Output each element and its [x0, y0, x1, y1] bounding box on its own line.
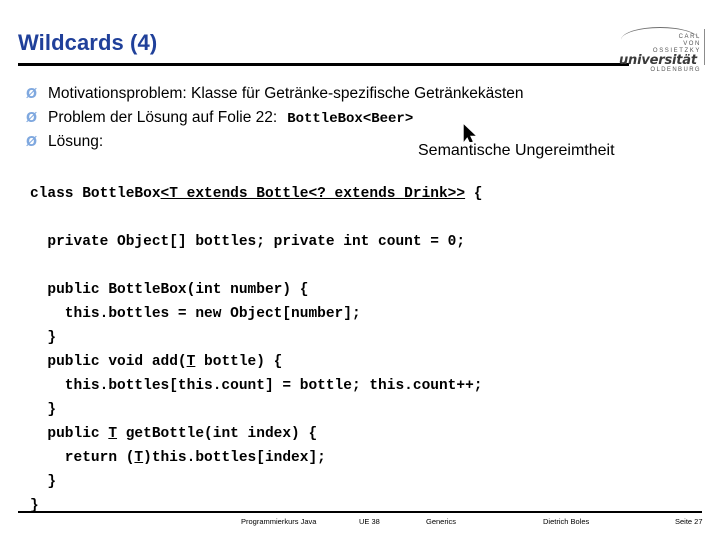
code-type-parameter: T	[108, 426, 118, 442]
code-text: this.bottles = new Object[number];	[30, 306, 361, 322]
code-text: public BottleBox(int number) {	[30, 282, 309, 298]
code-line: }	[30, 398, 483, 422]
code-line: class BottleBox<T extends Bottle<? exten…	[30, 182, 483, 206]
code-text: )this.bottles[index];	[143, 450, 326, 466]
footer-page-number: Seite 27	[675, 517, 703, 526]
code-block: class BottleBox<T extends Bottle<? exten…	[30, 182, 483, 518]
bullet-arrow-icon: Ø	[26, 87, 38, 102]
list-item-label: Motivationsproblem: Klasse für Getränke-…	[48, 85, 524, 102]
logo-wordmark: universität	[619, 53, 697, 68]
code-text: public	[30, 426, 109, 442]
code-line: private Object[] bottles; private int co…	[30, 230, 483, 254]
title-divider	[18, 63, 629, 66]
list-item-label: Lösung:	[48, 133, 104, 150]
footer-topic: Generics	[426, 517, 457, 526]
code-text: }	[30, 474, 57, 490]
code-line: public T getBottle(int index) {	[30, 422, 483, 446]
bullet-arrow-icon: Ø	[26, 111, 38, 126]
code-text: class BottleBox	[30, 186, 161, 202]
list-item: Ø Problem der Lösung auf Folie 22: Bottl…	[26, 109, 686, 133]
code-text: }	[30, 402, 57, 418]
footer-course: Programmierkurs Java	[241, 517, 317, 526]
list-item-label: Problem der Lösung auf Folie 22:	[48, 109, 278, 126]
footer: Programmierkurs Java UE 38 Generics Diet…	[18, 517, 703, 531]
page-title: Wildcards (4)	[18, 30, 158, 55]
footer-divider	[18, 511, 702, 513]
bullet-arrow-icon: Ø	[26, 135, 38, 150]
footer-author: Dietrich Boles	[543, 517, 590, 526]
code-line: }	[30, 326, 483, 350]
code-text: }	[30, 330, 57, 346]
code-line: }	[30, 470, 483, 494]
logo-line-carl: CARL	[678, 34, 701, 40]
code-text: return (	[30, 450, 135, 466]
code-text: private Object[] bottles; private int co…	[30, 234, 466, 250]
footer-unit: UE 38	[359, 517, 380, 526]
logo-line-oldenburg: OLDENBURG	[650, 67, 701, 73]
code-line: return (T)this.bottles[index];	[30, 446, 483, 470]
code-text: bottle) {	[195, 354, 283, 370]
code-text: getBottle(int index) {	[117, 426, 318, 442]
annotation-label: Semantische Ungereimtheit	[418, 142, 615, 159]
code-text: this.bottles[this.count] = bottle; this.…	[30, 378, 483, 394]
logo-vertical-rule	[704, 29, 705, 65]
university-logo: CARL VON OSSIETZKY universität OLDENBURG	[617, 15, 705, 73]
code-text: {	[465, 186, 483, 202]
code-line: this.bottles = new Object[number];	[30, 302, 483, 326]
list-item: Ø Motivationsproblem: Klasse für Getränk…	[26, 85, 686, 109]
code-line: }	[30, 494, 483, 518]
code-line: public BottleBox(int number) {	[30, 278, 483, 302]
code-type-parameter: <T extends Bottle<? extends Drink>>	[160, 186, 466, 202]
code-type-parameter: T	[134, 450, 144, 466]
code-line: public void add(T bottle) {	[30, 350, 483, 374]
logo-line-von: VON	[683, 41, 701, 47]
code-text: public void add(	[30, 354, 187, 370]
list-item-code: BottleBox<Beer>	[287, 111, 414, 127]
mouse-pointer-icon	[463, 124, 476, 142]
code-line: this.bottles[this.count] = bottle; this.…	[30, 374, 483, 398]
